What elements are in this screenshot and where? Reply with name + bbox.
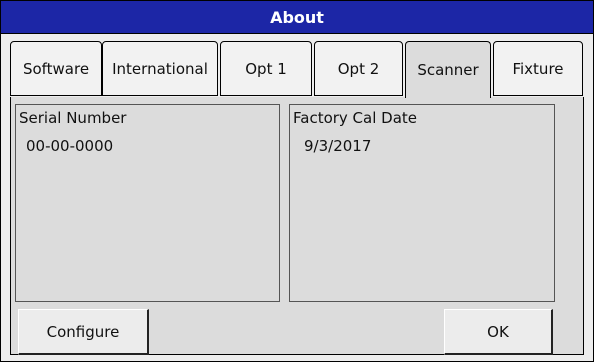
serial-number-panel: Serial Number 00-00-0000 xyxy=(15,104,280,302)
serial-number-label: Serial Number xyxy=(19,109,127,127)
tab-opt-2[interactable]: Opt 2 xyxy=(314,41,403,96)
factory-cal-date-value: 9/3/2017 xyxy=(304,137,372,155)
factory-cal-date-panel: Factory Cal Date 9/3/2017 xyxy=(289,104,555,302)
about-dialog: About Software International Opt 1 Opt 2… xyxy=(0,0,594,362)
tab-opt-1[interactable]: Opt 1 xyxy=(220,41,312,96)
ok-button[interactable]: OK xyxy=(444,309,553,355)
factory-cal-date-label: Factory Cal Date xyxy=(293,109,418,127)
tab-software[interactable]: Software xyxy=(10,41,102,96)
dialog-title: About xyxy=(1,1,593,34)
tab-fixture[interactable]: Fixture xyxy=(493,41,583,96)
scanner-tab-content: Serial Number 00-00-0000 Factory Cal Dat… xyxy=(10,97,584,355)
tab-international[interactable]: International xyxy=(102,41,218,96)
serial-number-value: 00-00-0000 xyxy=(26,137,114,155)
tab-scanner[interactable]: Scanner xyxy=(405,41,491,98)
configure-button[interactable]: Configure xyxy=(18,309,149,355)
